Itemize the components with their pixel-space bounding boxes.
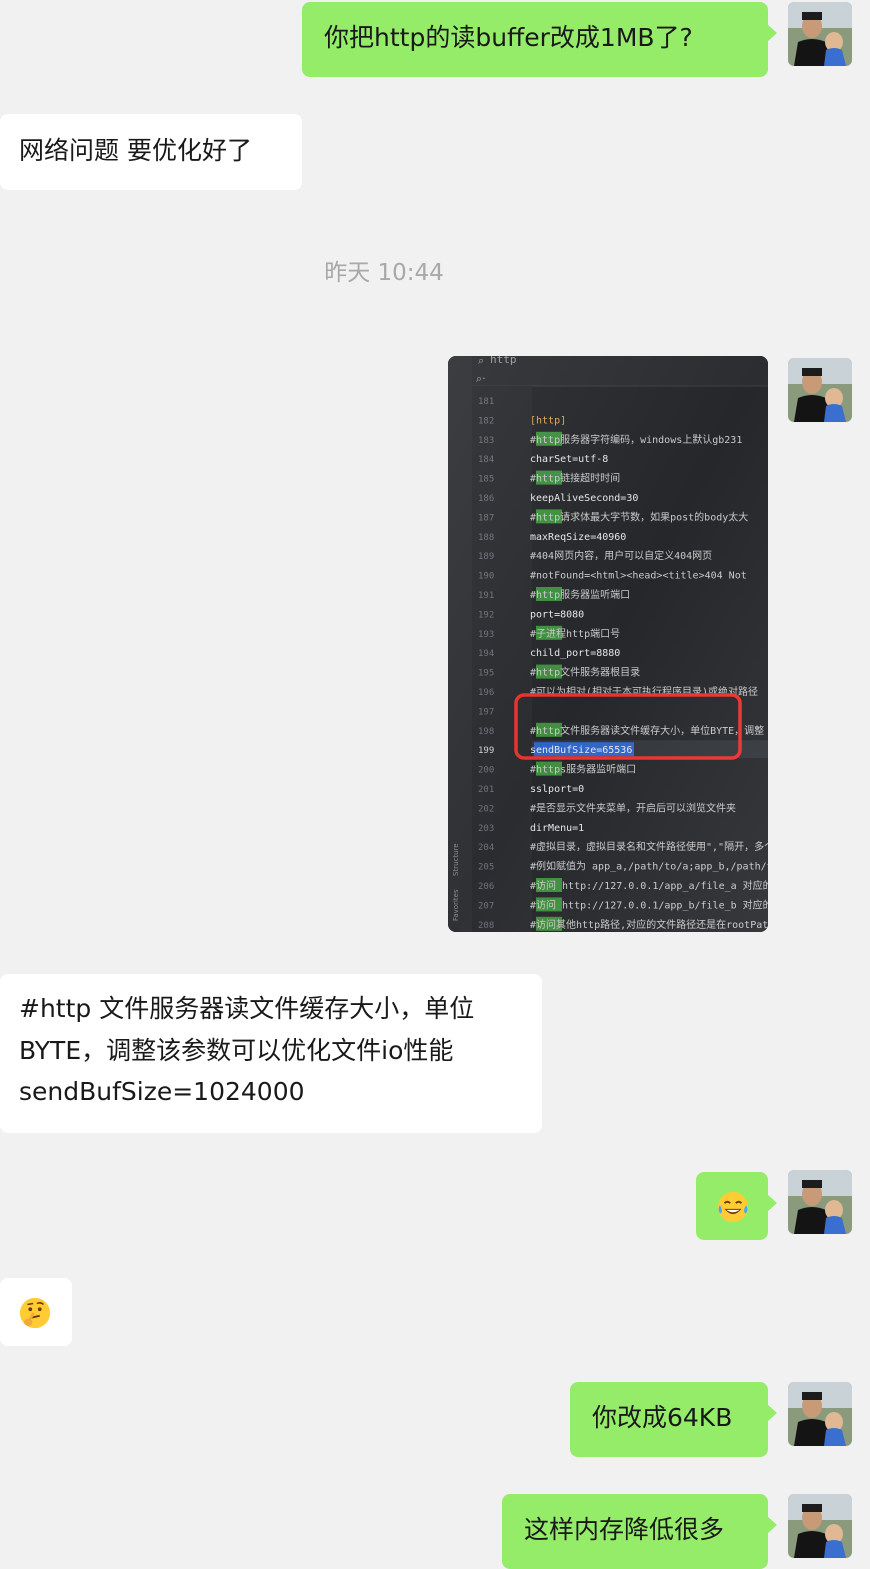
avatar[interactable] — [788, 2, 852, 66]
avatar[interactable] — [788, 1170, 852, 1234]
message-bubble-sent[interactable]: 你改成64KB — [570, 1382, 777, 1457]
message-bubble-received[interactable]: 网络问题 要优化好了 — [0, 114, 302, 190]
thinking-face-emoji-icon — [19, 1297, 51, 1329]
image-message[interactable]: ⌕ http ⌕· 181182[http]183#http服务器字符编码，wi… — [448, 356, 768, 932]
message-bubble-received[interactable] — [0, 1278, 72, 1346]
message-text: 你把http的读buffer改成1MB了? — [324, 23, 693, 52]
message-bubble-sent[interactable]: 你把http的读buffer改成1MB了? — [302, 2, 777, 77]
message-text: 你改成64KB — [592, 1403, 733, 1432]
message-text-line: sendBufSize=1024000 — [19, 1077, 305, 1106]
avatar[interactable] — [788, 1494, 852, 1558]
message-text: 这样内存降低很多 — [524, 1515, 725, 1544]
tears-of-joy-emoji-icon — [717, 1191, 749, 1223]
message-text: 网络问题 要优化好了 — [19, 136, 252, 165]
message-bubble-received[interactable]: #http 文件服务器读文件缓存大小，单位 BYTE，调整该参数可以优化文件io… — [0, 974, 542, 1133]
message-bubble-sent[interactable] — [696, 1172, 777, 1240]
timestamp: 昨天 10:44 — [324, 260, 444, 286]
message-text-line: BYTE，调整该参数可以优化文件io性能 — [19, 1035, 454, 1065]
avatar[interactable] — [788, 1382, 852, 1446]
avatar[interactable] — [788, 358, 852, 422]
message-text-line: #http 文件服务器读文件缓存大小，单位 — [19, 994, 475, 1023]
